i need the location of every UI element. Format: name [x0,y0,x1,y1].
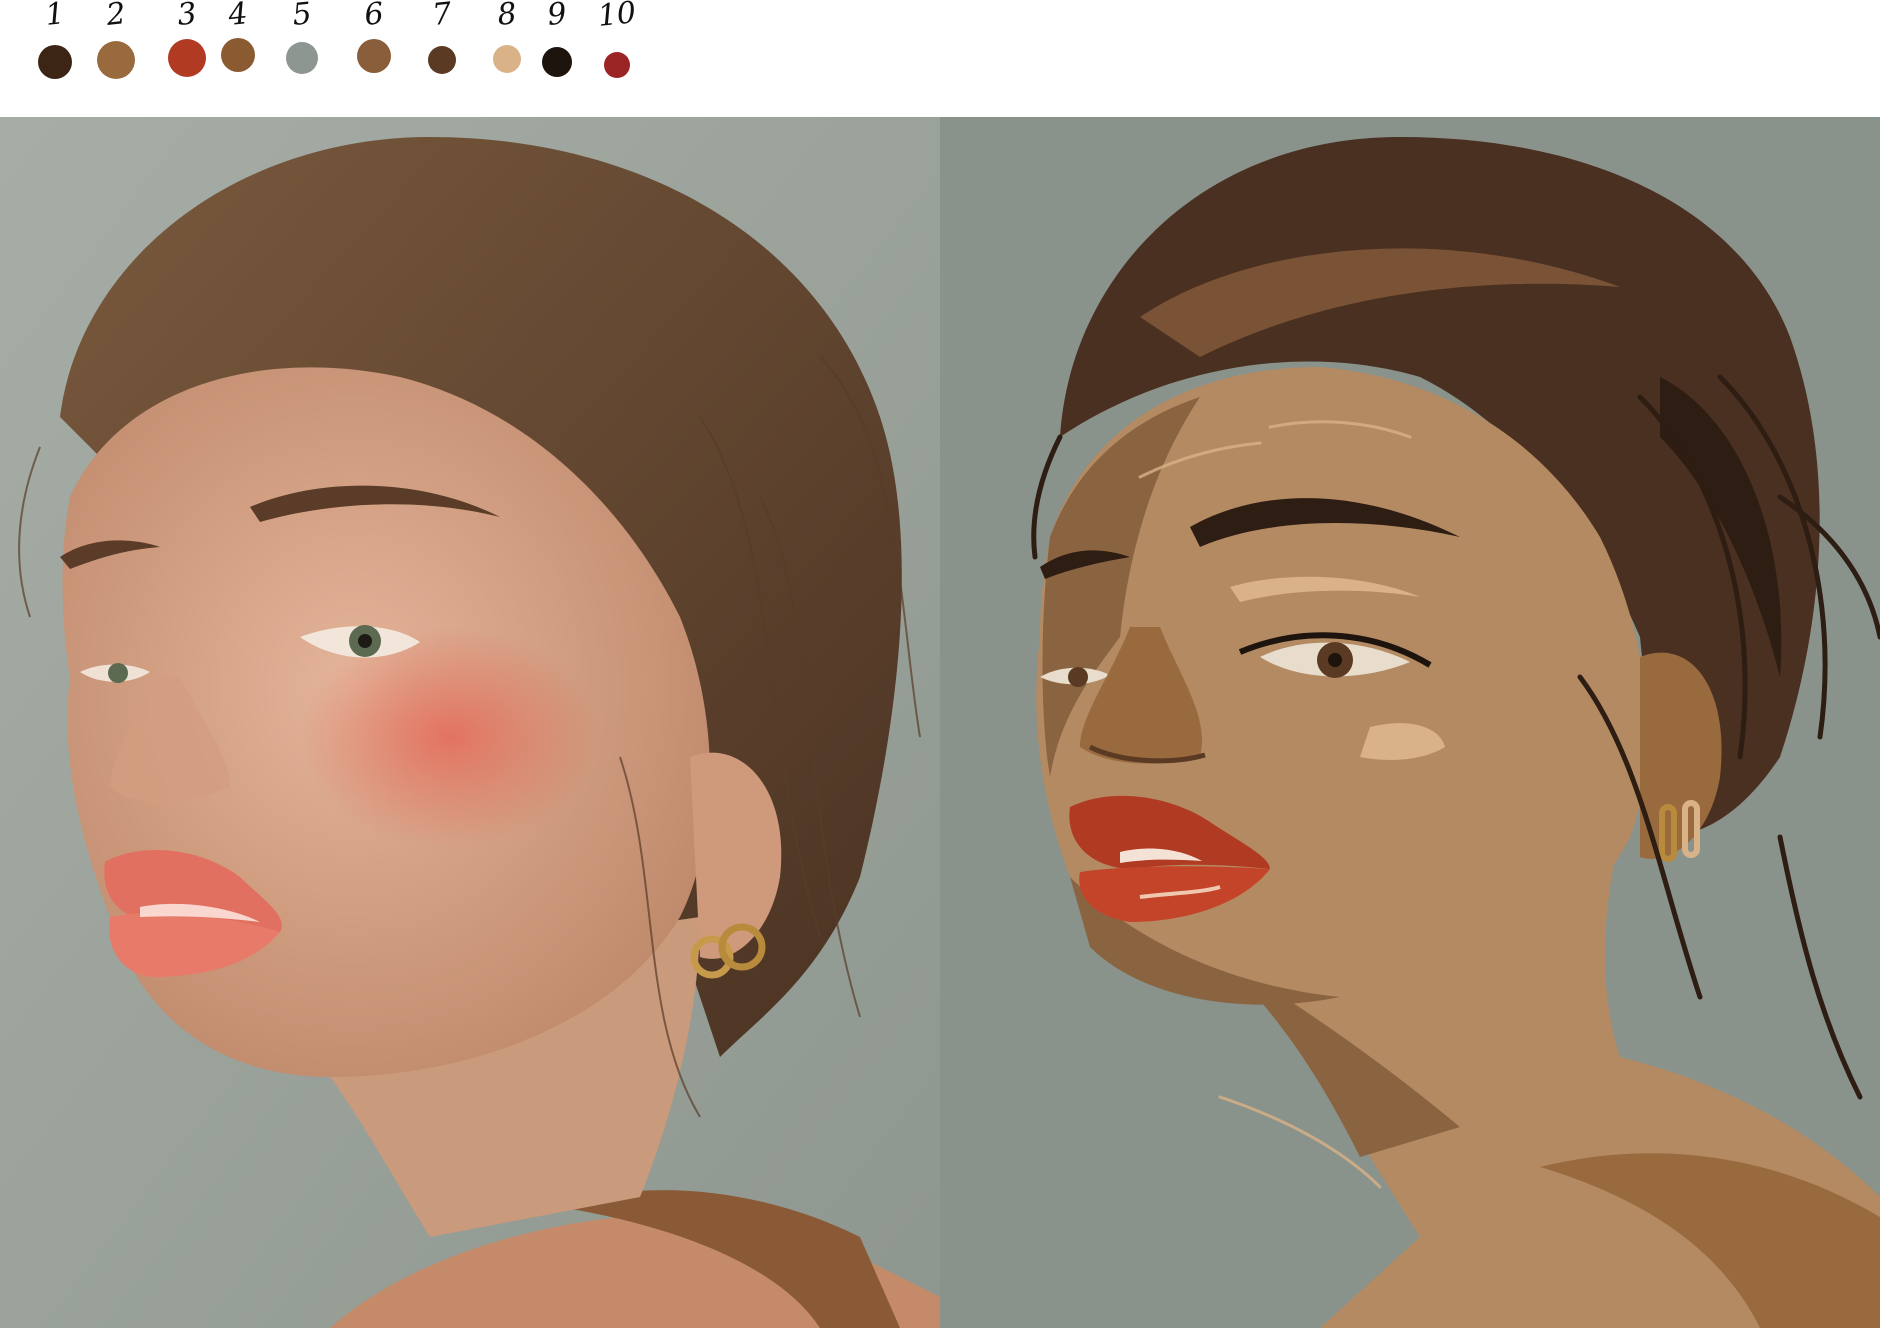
palette-swatch-7: 7 [412,0,472,90]
vector-illustration [940,117,1880,1328]
palette-swatch-number: 9 [545,0,569,33]
palette-swatch-number: 6 [362,0,386,33]
palette-swatch-10: 10 [587,0,647,90]
palette-swatch-number: 2 [104,0,128,33]
palette-swatch-number: 4 [226,0,250,33]
palette-swatch-color [428,46,456,74]
palette-swatch-5: 5 [272,0,332,90]
palette-swatch-number: 10 [596,0,638,34]
palette-swatch-number: 8 [495,0,519,33]
palette-swatch-color [168,39,206,77]
palette-swatch-color [97,41,135,79]
palette-swatch-number: 7 [430,0,454,33]
palette-swatch-number: 3 [175,0,199,33]
palette-swatch-color [286,42,318,74]
palette-swatch-6: 6 [344,0,404,90]
palette-swatch-2: 2 [86,0,146,90]
palette-swatch-color [357,39,391,73]
palette-swatch-color [542,47,572,77]
palette-swatch-color [604,52,630,78]
palette-swatch-color [493,45,521,73]
palette-swatch-1: 1 [25,0,85,90]
color-palette: 1 2 3 4 5 6 7 8 9 10 [0,0,1880,117]
reference-photo [0,117,940,1328]
palette-swatch-9: 9 [527,0,587,90]
palette-swatch-color [38,45,72,79]
palette-swatch-number: 5 [290,0,314,33]
palette-swatch-number: 1 [43,0,67,33]
palette-swatch-color [221,38,255,72]
palette-swatch-4: 4 [208,0,268,90]
